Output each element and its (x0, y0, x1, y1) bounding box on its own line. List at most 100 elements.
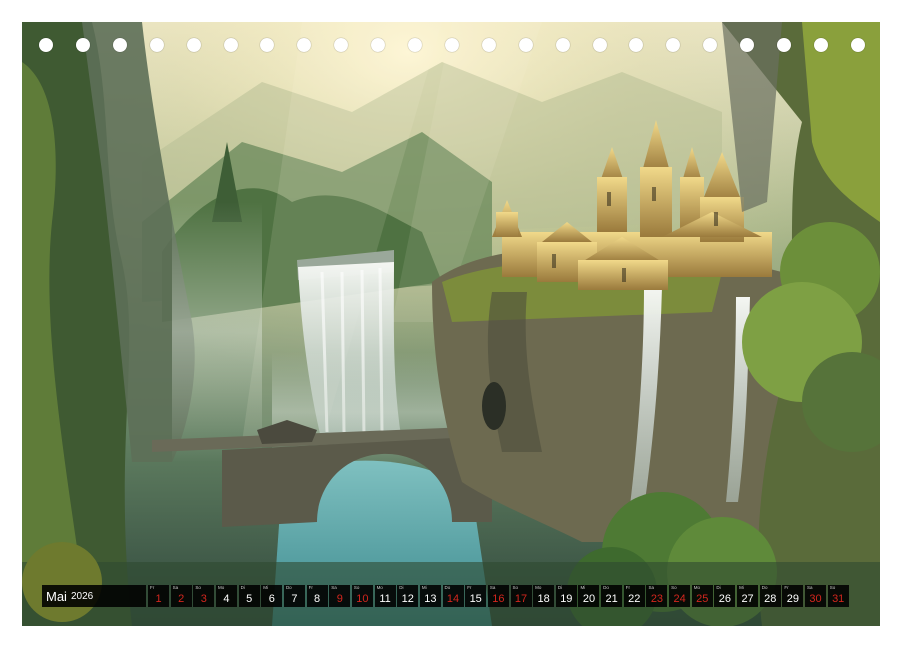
binding-hole (703, 38, 718, 52)
weekday-abbr: Sa (489, 585, 496, 590)
weekday-abbr: Mo (535, 585, 542, 590)
weekday-abbr: Mi (263, 585, 269, 590)
weekday-abbr: Mi (580, 585, 586, 590)
day-number: 17 (514, 593, 528, 605)
binding-hole (39, 38, 53, 52)
binding-hole (186, 38, 201, 52)
weekday-abbr: Di (716, 585, 721, 590)
binding-hole (223, 38, 238, 52)
binding-hole (444, 38, 459, 52)
weekday-abbr: Mo (693, 585, 701, 590)
binding-hole (850, 38, 865, 52)
day-cell: Di 26 (714, 585, 736, 607)
day-number: 23 (650, 593, 664, 605)
binding-hole (334, 38, 349, 52)
binding-hole (592, 38, 607, 52)
day-cell: Di 5 (238, 585, 260, 607)
day-number: 27 (741, 593, 754, 605)
fantasy-waterfall-temple-image (22, 22, 880, 626)
day-number: 21 (605, 593, 618, 605)
day-number: 30 (809, 593, 822, 605)
day-cell: Mi 20 (578, 585, 600, 607)
day-number: 7 (291, 593, 298, 605)
weekday-abbr: So (353, 585, 360, 590)
weekday-abbr: Mo (217, 585, 225, 590)
weekday-abbr: Do (603, 585, 609, 590)
binding-hole (813, 38, 828, 52)
calendar-strip: Mai 2026 Fr 1 Sa 2 So 3 Mo 4 Di 5 Mi 6 Do 7 Fr 8 Sa 9 So 10… (42, 585, 862, 607)
day-number: 5 (246, 593, 253, 605)
weekday-abbr: Fr (467, 585, 472, 590)
day-cell: Mi 13 (419, 585, 441, 607)
day-number: 14 (446, 593, 460, 605)
day-number: 18 (537, 593, 550, 605)
day-number: 9 (336, 593, 343, 605)
day-cell: Fr 8 (306, 585, 328, 607)
day-number: 10 (356, 593, 369, 605)
day-cell: Mo 18 (533, 585, 555, 607)
weekday-abbr: So (195, 585, 201, 590)
day-cell: Di 19 (555, 585, 577, 607)
day-number: 22 (628, 593, 641, 605)
binding-hole (555, 38, 570, 52)
month-year: 2026 (70, 590, 94, 602)
weekday-abbr: So (829, 585, 836, 590)
day-cell: Sa 9 (329, 585, 351, 607)
day-cell: Mi 27 (737, 585, 759, 607)
day-cell: So 31 (827, 585, 849, 607)
weekday-abbr: Sa (807, 585, 813, 590)
binding-hole (777, 38, 791, 52)
weekday-abbr: Sa (172, 585, 179, 590)
day-cell: So 3 (193, 585, 215, 607)
day-number: 4 (223, 593, 230, 605)
day-cell: Sa 2 (170, 585, 192, 607)
weekday-abbr: Di (557, 585, 563, 590)
weekday-abbr: Sa (648, 585, 654, 590)
day-number: 1 (155, 593, 162, 605)
day-number: 11 (379, 593, 391, 605)
weekday-abbr: Mi (421, 585, 427, 590)
day-cell: Fr 1 (148, 585, 169, 607)
day-cell: So 10 (351, 585, 373, 607)
day-cell: Sa 30 (805, 585, 827, 607)
day-cell: Fr 15 (465, 585, 487, 607)
day-cell: Do 14 (442, 585, 464, 607)
day-cell: Do 7 (283, 585, 305, 607)
weekday-abbr: Do (761, 585, 768, 590)
day-number: 12 (401, 593, 414, 605)
binding-hole (666, 38, 681, 52)
weekday-abbr: Mo (376, 585, 383, 590)
binding-hole (112, 38, 127, 52)
day-cell: Mo 11 (374, 585, 396, 607)
day-cell: Sa 23 (646, 585, 668, 607)
weekday-abbr: Fr (150, 585, 155, 590)
day-cell: Fr 29 (782, 585, 804, 607)
weekday-abbr: So (671, 585, 677, 590)
binding-holes (22, 38, 880, 58)
binding-hole (408, 38, 422, 52)
day-number: 15 (469, 593, 482, 605)
weekday-abbr: Mi (739, 585, 744, 590)
day-number: 31 (832, 593, 845, 605)
binding-hole (740, 38, 755, 52)
day-cell: So 24 (669, 585, 691, 607)
day-number: 29 (786, 593, 799, 605)
weekday-abbr: Do (444, 585, 451, 590)
day-number: 2 (178, 593, 185, 605)
day-number: 26 (718, 593, 732, 605)
weekday-abbr: Fr (625, 585, 631, 590)
day-list: Fr 1 Sa 2 So 3 Mo 4 Di 5 Mi 6 Do 7 Fr 8 Sa 9 So 10 Mo 11 Di 12 M… (148, 585, 862, 607)
day-number: 13 (424, 593, 437, 605)
weekday-abbr: Di (240, 585, 245, 590)
binding-hole (481, 38, 496, 52)
day-cell: Mo 4 (215, 585, 237, 607)
binding-hole (518, 38, 533, 52)
month-name: Mai (46, 588, 67, 604)
weekday-abbr: Di (399, 585, 404, 590)
day-cell: Fr 22 (623, 585, 645, 607)
day-number: 24 (673, 593, 686, 605)
binding-hole (297, 38, 312, 52)
day-cell: So 17 (510, 585, 532, 607)
calendar-page (22, 22, 880, 626)
day-cell: Mo 25 (691, 585, 713, 607)
